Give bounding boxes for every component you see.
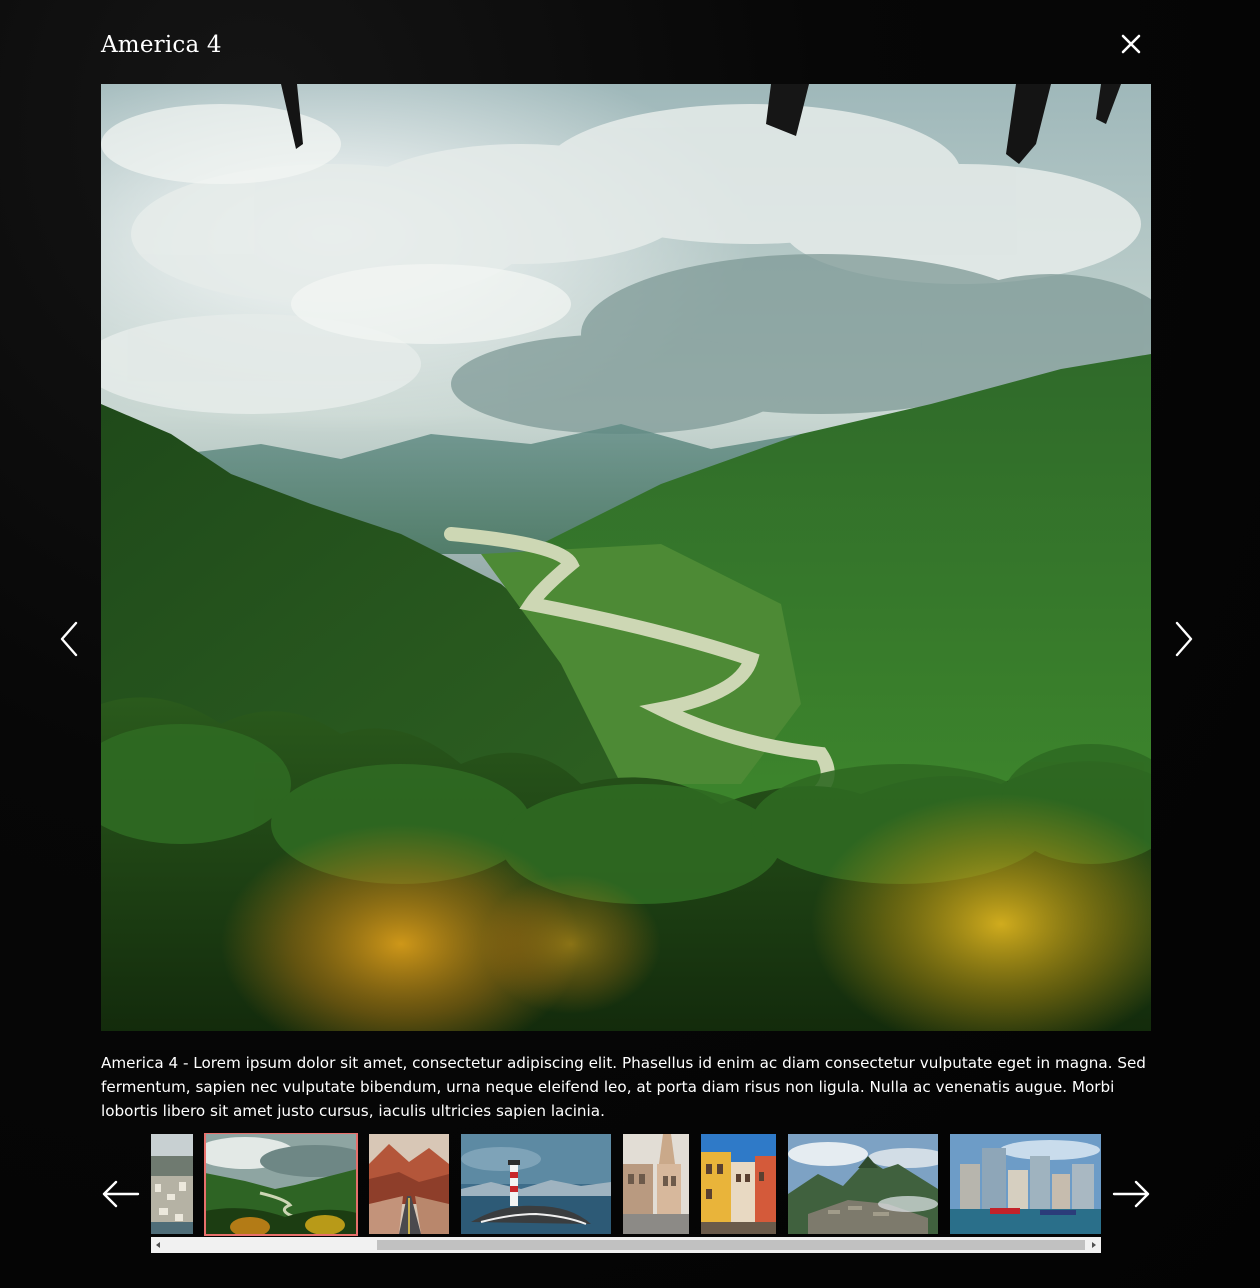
thumbnail-strip[interactable] — [151, 1133, 1101, 1237]
thumbnail-harbor-city[interactable] — [950, 1134, 1101, 1234]
thumbnail-colorful-buildings[interactable] — [701, 1134, 776, 1234]
thumbnail-scrollbar[interactable] — [151, 1237, 1101, 1253]
chevron-left-icon — [60, 621, 78, 657]
lightbox-title: America 4 — [101, 32, 222, 58]
previous-image-button[interactable] — [50, 617, 90, 661]
scrollbar-thumb[interactable] — [377, 1240, 1085, 1250]
lightbox-overlay: America 4 America 4 - Lorem ipsum dolor … — [0, 0, 1260, 1288]
close-icon — [1121, 34, 1141, 54]
arrow-left-icon — [102, 1180, 140, 1208]
caret-right-icon — [1092, 1242, 1096, 1248]
scrollbar-left-button[interactable] — [151, 1237, 166, 1253]
thumbnail-lighthouse-island[interactable] — [461, 1134, 611, 1234]
thumbnail-coastal-town[interactable] — [151, 1134, 193, 1234]
thumbnail-scroll-left-button[interactable] — [100, 1177, 142, 1211]
image-caption: America 4 - Lorem ipsum dolor sit amet, … — [101, 1054, 1146, 1120]
close-button[interactable] — [1116, 30, 1146, 60]
arrow-right-icon — [1112, 1180, 1150, 1208]
thumbnail-machu-picchu[interactable] — [788, 1134, 938, 1234]
thumbnail-scroll-right-button[interactable] — [1110, 1177, 1152, 1211]
thumbnail-green-valley[interactable] — [204, 1133, 358, 1236]
scrollbar-right-button[interactable] — [1086, 1237, 1101, 1253]
next-image-button[interactable] — [1163, 617, 1203, 661]
caret-left-icon — [156, 1242, 160, 1248]
thumbnail-desert-road[interactable] — [369, 1134, 449, 1234]
main-photo — [101, 84, 1151, 1031]
chevron-right-icon — [1175, 621, 1193, 657]
thumbnail-colonial-street[interactable] — [623, 1134, 689, 1234]
